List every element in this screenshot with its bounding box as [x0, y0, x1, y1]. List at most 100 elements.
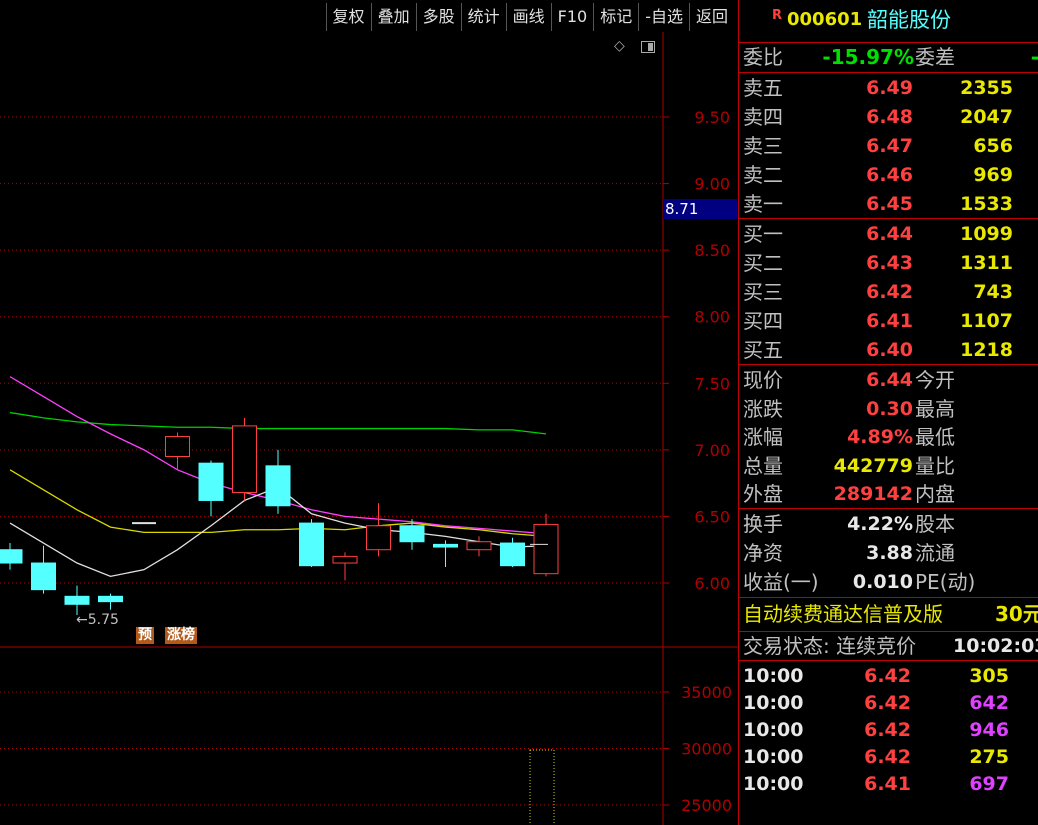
- stat2-label: 净资: [743, 541, 783, 565]
- tick-time: 10:00: [743, 746, 804, 768]
- buy-row[interactable]: 买一 6.44 1099: [739, 220, 1038, 248]
- tick-price: 6.42: [864, 746, 911, 768]
- pre-tag[interactable]: 预: [136, 627, 154, 644]
- separator: [739, 660, 1038, 661]
- stat-row: 总量 442779 量比: [739, 452, 1038, 480]
- candle-body: [198, 462, 224, 501]
- buy-price: 6.42: [866, 281, 913, 303]
- separator: [739, 508, 1038, 509]
- fuquan-button[interactable]: 复权: [325, 3, 371, 31]
- candle-body: [366, 525, 391, 551]
- tick-price: 6.42: [864, 719, 911, 741]
- weibi-row: 委比 -15.97% 委差 -: [739, 43, 1038, 71]
- sell-row[interactable]: 卖四 6.48 2047: [739, 103, 1038, 131]
- sell-label: 卖一: [743, 192, 783, 216]
- multi-stock-button[interactable]: 多股: [415, 3, 461, 31]
- stat2-right-label: 流通: [915, 541, 955, 565]
- sell-row[interactable]: 卖三 6.47 656: [739, 132, 1038, 160]
- stat2-row: 换手 4.22% 股本: [739, 510, 1038, 538]
- kline-svg[interactable]: 9.50 9.00 8.50 8.00 7.50 7.00 6.50 6.00 35000 300…: [0, 0, 738, 825]
- tick-row[interactable]: 10:006.42275B: [739, 743, 1038, 771]
- buy-row[interactable]: 买二 6.43 1311: [739, 249, 1038, 277]
- buy-volume: 1099: [960, 223, 1013, 245]
- price-tick-label: 7.00: [694, 441, 730, 460]
- sell-volume: 2355: [960, 77, 1013, 99]
- statistics-button[interactable]: 统计: [460, 3, 506, 31]
- window-toggle-icon[interactable]: [641, 41, 655, 53]
- mark-button[interactable]: 标记: [593, 3, 639, 31]
- tick-price: 6.42: [864, 692, 911, 714]
- candle-body: [265, 465, 291, 507]
- promo-text[interactable]: 自动续费通达信普及版: [743, 600, 943, 628]
- tick-time: 10:00: [743, 692, 804, 714]
- tick-row[interactable]: 10:006.42305S: [739, 662, 1038, 690]
- volume-tick-label: 35000: [681, 683, 732, 702]
- stat-right-label: 最低: [915, 425, 955, 449]
- candle-body: [399, 525, 425, 543]
- stock-name[interactable]: 韶能股份: [867, 6, 951, 34]
- sell-price: 6.46: [866, 164, 913, 186]
- buy-label: 买一: [743, 222, 783, 246]
- stat2-value: 3.88: [866, 542, 913, 564]
- stat-value: 6.44: [866, 369, 913, 391]
- volume-bar: [529, 749, 555, 825]
- remove-watchlist-button[interactable]: -自选: [638, 3, 689, 31]
- buy-row[interactable]: 买四 6.41 1107: [739, 307, 1038, 335]
- draw-line-button[interactable]: 画线: [505, 3, 551, 31]
- diamond-icon[interactable]: ◇: [614, 39, 626, 53]
- price-tick-label: 9.00: [694, 175, 730, 194]
- tick-volume: 305: [969, 665, 1009, 687]
- overlay-button[interactable]: 叠加: [370, 3, 416, 31]
- f10-button[interactable]: F10: [550, 3, 594, 31]
- buy-price: 6.44: [866, 223, 913, 245]
- stat-value: 4.89%: [847, 426, 913, 448]
- candle-body: [0, 549, 23, 564]
- chart-toolbar: 复权 叠加 多股 统计 画线 F10 标记 -自选 返回: [325, 3, 734, 31]
- tick-time: 10:00: [743, 773, 804, 795]
- back-button[interactable]: 返回: [688, 3, 734, 31]
- candle-body: [299, 522, 324, 567]
- sell-row[interactable]: 卖五 6.49 2355: [739, 74, 1038, 102]
- buy-label: 买三: [743, 280, 783, 304]
- sell-label: 卖二: [743, 163, 783, 187]
- stat-right-label: 量比: [915, 453, 955, 478]
- stat-right-label: 内盘: [915, 482, 955, 506]
- separator: [739, 597, 1038, 598]
- sell-price: 6.47: [866, 135, 913, 157]
- buy-row[interactable]: 买五 6.40 1218: [739, 336, 1038, 364]
- stat-label: 涨跌: [743, 396, 783, 421]
- weicha-value-clipped: -: [1031, 43, 1038, 71]
- stat-value: 442779: [833, 454, 913, 477]
- stat2-value: 0.010: [852, 571, 913, 593]
- promo-banner[interactable]: 自动续费通达信普及版 30元: [739, 600, 1038, 630]
- weicha-label: 委差: [915, 45, 955, 69]
- quote-panel: R 000601 韶能股份 委比 -15.97% 委差 - 卖五 6.49 2355…: [738, 0, 1038, 825]
- tick-row[interactable]: 10:006.41697S: [739, 770, 1038, 798]
- stat2-label: 收益(一): [743, 570, 819, 594]
- stat-value: 289142: [833, 483, 913, 505]
- candle-body: [533, 523, 559, 575]
- sell-row[interactable]: 卖一 6.45 1533: [739, 190, 1038, 218]
- promo-price[interactable]: 30元: [995, 600, 1038, 628]
- tick-row[interactable]: 10:006.42946B: [739, 716, 1038, 744]
- separator: [739, 364, 1038, 365]
- kline-chart[interactable]: 9.50 9.00 8.50 8.00 7.50 7.00 6.50 6.00 35000 300…: [0, 0, 738, 825]
- price-marker: 8.71: [663, 199, 737, 219]
- buy-price: 6.40: [866, 339, 913, 361]
- stat-right-label: 最高: [915, 396, 955, 421]
- buy-row[interactable]: 买三 6.42 743: [739, 278, 1038, 306]
- buy-volume: 743: [973, 281, 1013, 303]
- buy-label: 买二: [743, 251, 783, 275]
- rank-tag[interactable]: 涨榜: [165, 627, 197, 644]
- tick-row[interactable]: 10:006.42642S: [739, 689, 1038, 717]
- sell-row[interactable]: 卖二 6.46 969: [739, 161, 1038, 189]
- tick-volume: 275: [969, 746, 1009, 768]
- low-price-label: ←5.75: [76, 612, 119, 628]
- separator: [739, 218, 1038, 219]
- price-tick-label: 8.00: [694, 308, 730, 327]
- sell-label: 卖三: [743, 134, 783, 158]
- price-tick-label: 6.50: [694, 507, 730, 526]
- stat2-row: 净资 3.88 流通: [739, 539, 1038, 567]
- tick-volume: 642: [969, 692, 1009, 714]
- buy-label: 买五: [743, 338, 783, 362]
